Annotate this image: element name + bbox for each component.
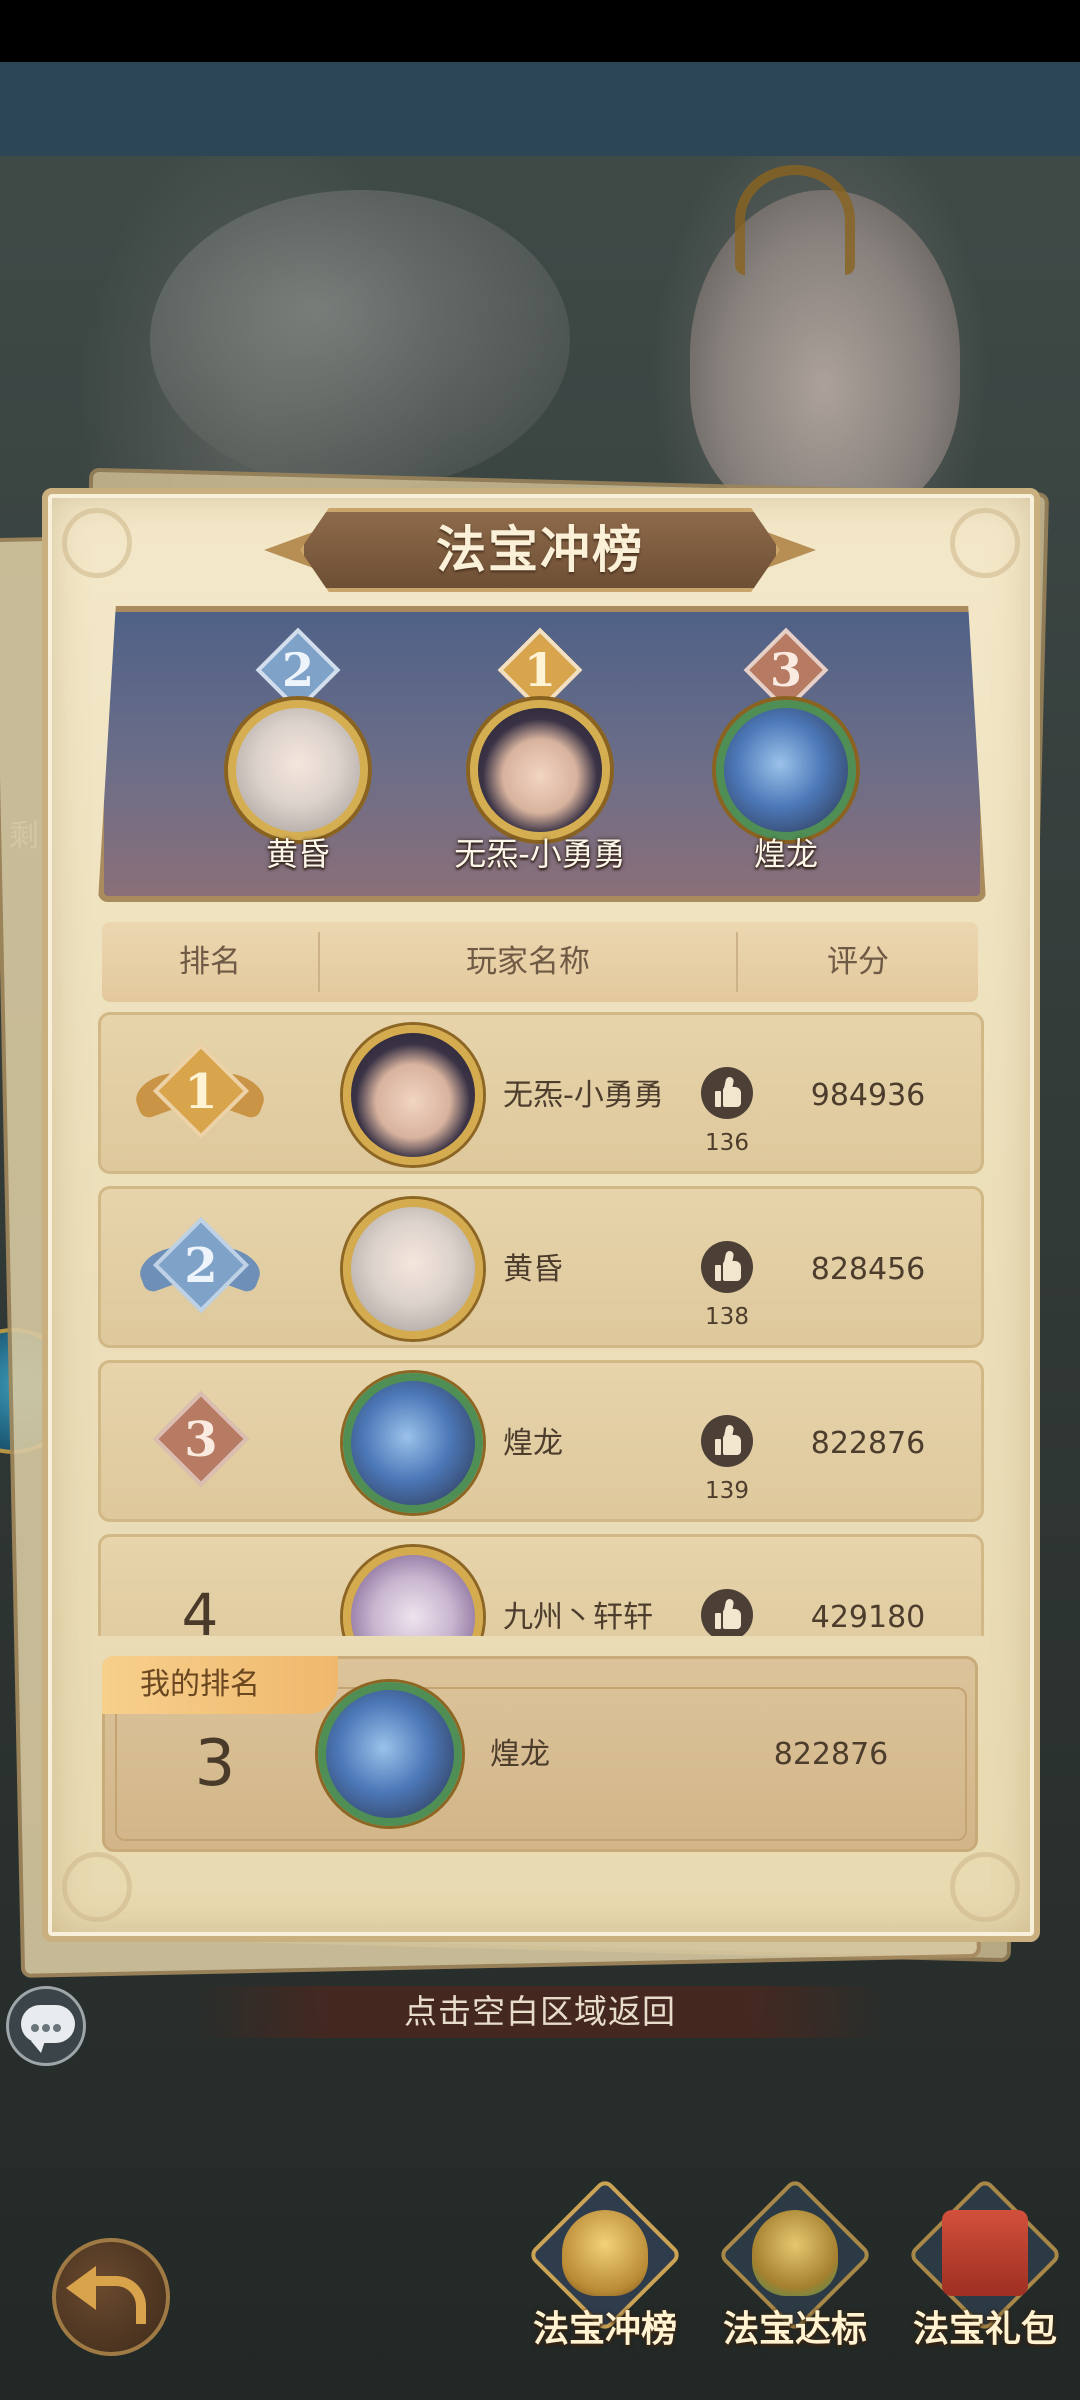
corner-ornament — [62, 1852, 132, 1922]
white-hair-hero-avatar[interactable] — [343, 1199, 483, 1339]
player-name: 煌龙 — [503, 1426, 563, 1461]
corner-ornament — [950, 1852, 1020, 1922]
ranking-row[interactable]: 1 无炁-小勇勇 136 984936 — [98, 1012, 984, 1174]
player-name: 九州丶轩轩 — [503, 1600, 653, 1635]
chat-button[interactable] — [6, 1986, 86, 2066]
podium-third-place[interactable]: 3 煌龙 — [686, 627, 886, 890]
silver-rank-badge-icon: 2 — [134, 1213, 266, 1323]
dark-hair-hero-avatar[interactable] — [343, 1025, 483, 1165]
podium-player-name: 黄昏 — [265, 835, 330, 873]
dark-hair-hero-avatar — [470, 700, 610, 840]
thumbs-up-icon[interactable] — [701, 1589, 753, 1636]
ranking-row[interactable]: 3 煌龙 139 822876 — [98, 1360, 984, 1522]
like-count: 136 — [705, 1130, 749, 1156]
my-rank-number: 3 — [194, 1727, 236, 1801]
thumbs-up-icon[interactable] — [701, 1067, 753, 1119]
nav-label: 法宝冲榜 — [532, 2309, 677, 2350]
tap-blank-return-hint[interactable]: 点击空白区域返回 — [190, 1986, 890, 2038]
thumbs-up-icon[interactable] — [701, 1415, 753, 1467]
rank-number: 4 — [181, 1581, 219, 1636]
header-score: 评分 — [827, 944, 889, 980]
podium-second-place[interactable]: 2 黄昏 — [198, 627, 398, 890]
gold-rank-badge-icon: 1 — [130, 1039, 270, 1149]
player-name: 黄昏 — [503, 1252, 563, 1287]
player-score: 828456 — [810, 1252, 926, 1287]
corner-ornament — [62, 508, 132, 578]
like-count: 138 — [705, 1304, 749, 1330]
back-arrow-head — [66, 2266, 96, 2310]
like-count: 139 — [705, 1478, 749, 1504]
blue-dragon-avatar[interactable] — [343, 1373, 483, 1513]
nav-label: 法宝礼包 — [912, 2309, 1057, 2350]
ranking-table-header: 排名 玩家名称 评分 — [102, 922, 978, 1002]
bronze-rank-badge-icon: 3 — [135, 1387, 265, 1497]
player-name: 无炁-小勇勇 — [503, 1078, 664, 1113]
ranking-list[interactable]: 1 无炁-小勇勇 136 984936 2 黄昏 138 828456 3 煌龙… — [98, 1012, 984, 1636]
nav-tab-treasure-target[interactable]: 法宝达标 — [700, 2177, 890, 2400]
lotus-icon — [562, 2210, 648, 2296]
header-rank: 排名 — [179, 944, 241, 980]
purple-hero-avatar[interactable] — [343, 1547, 483, 1636]
my-player-name: 煌龙 — [490, 1737, 550, 1772]
status-bar — [0, 0, 1080, 62]
white-hair-hero-avatar — [228, 700, 368, 840]
podium-first-place[interactable]: 1 无炁-小勇勇 — [440, 627, 640, 890]
nav-label: 法宝达标 — [722, 2309, 867, 2350]
ranking-row[interactable]: 4 九州丶轩轩 429180 — [98, 1534, 984, 1636]
nav-tab-treasure-ranking[interactable]: 法宝冲榜 — [510, 2177, 700, 2400]
nav-tab-treasure-gift[interactable]: 法宝礼包 — [890, 2177, 1080, 2400]
my-score: 822876 — [773, 1737, 889, 1772]
thumbs-up-icon[interactable] — [701, 1241, 753, 1293]
player-score: 984936 — [810, 1078, 926, 1113]
player-score: 429180 — [810, 1600, 926, 1635]
hero-crown-illustration — [735, 165, 855, 275]
panel-title: 法宝冲榜 — [436, 521, 644, 579]
gift-box-icon — [942, 2210, 1028, 2296]
blue-dragon-avatar — [716, 700, 856, 840]
header-player-name: 玩家名称 — [466, 944, 590, 980]
player-score: 822876 — [810, 1426, 926, 1461]
fox-tail-background — [150, 190, 570, 490]
ranking-row[interactable]: 2 黄昏 138 828456 — [98, 1186, 984, 1348]
podium-player-name: 无炁-小勇勇 — [454, 835, 626, 873]
corner-ornament — [950, 508, 1020, 578]
lotus-up-arrow-icon — [752, 2210, 838, 2296]
back-button[interactable] — [52, 2238, 170, 2356]
my-rank-label: 我的排名 — [102, 1656, 338, 1714]
blue-dragon-avatar — [318, 1682, 462, 1826]
top-banner — [0, 62, 1080, 156]
podium-player-name: 煌龙 — [753, 835, 818, 873]
